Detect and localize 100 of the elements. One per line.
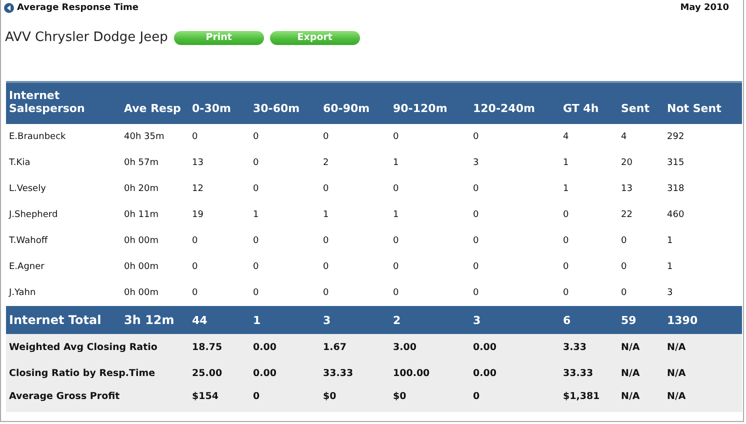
table-cell: 1 [563,184,569,194]
table-cell: 1 [563,158,569,168]
table-cell: 318 [667,184,684,194]
table-cell: 0h 00m [124,262,159,272]
table-cell: 19 [192,210,204,220]
summary-cell: N/A [621,342,640,352]
table-cell: 315 [667,158,684,168]
summary-cell: 0.00 [253,342,276,352]
summary-cell: N/A [667,390,686,402]
summary-cell: 18.75 [192,342,222,352]
total-cell: 3h 12m [124,313,174,327]
table-cell: 1 [667,262,673,272]
column-header: 0-30m [192,102,231,115]
table-cell: 0 [473,210,479,220]
total-cell: 44 [192,314,208,326]
table-cell: E.Agner [9,262,44,272]
column-header: Not Sent [667,102,722,115]
table-cell: 0 [473,132,479,142]
dealer-name: AVV Chrysler Dodge Jeep [5,30,168,45]
table-cell: 0 [621,262,627,272]
table-cell: 0 [393,262,399,272]
summary-cell: N/A [621,390,640,402]
table-cell: 0h 00m [124,236,159,246]
table-cell: 12 [192,184,204,194]
table-cell: 22 [621,210,632,220]
table-cell: 0 [323,132,329,142]
total-cell: 6 [563,314,571,326]
column-header: Sent [621,102,650,115]
table-cell: 1 [253,210,259,220]
summary-cell: 33.33 [563,368,594,378]
table-cell: 0h 57m [124,158,159,168]
summary-cell: 33.33 [323,368,354,378]
table-cell: 292 [667,132,684,142]
print-button[interactable]: Print [174,30,264,44]
report-period: May 2010 [680,3,729,13]
summary-cell: 0 [473,390,480,402]
table-cell: 0 [393,288,399,298]
column-header: Internet Salesperson [9,89,86,115]
table-cell: 0 [473,236,479,246]
report-title: Average Response Time [17,3,139,13]
summary-cell: $1,381 [563,390,600,402]
summary-cell: N/A [667,342,686,352]
table-cell: 0 [253,158,259,168]
table-cell: T.Kia [9,158,30,168]
table-cell: 0 [473,184,479,194]
summary-cell: 0 [253,390,260,402]
summary-cell: 3.00 [393,342,416,352]
total-cell: 2 [393,314,401,326]
summary-cell: N/A [621,368,640,378]
summary-cell: 25.00 [192,368,222,378]
table-cell: 0 [393,132,399,142]
table-cell: 0 [192,132,198,142]
table-cell: 13 [621,184,632,194]
table-cell: 0 [563,236,569,246]
table-cell: 0 [563,210,569,220]
table-cell: 0h 00m [124,288,159,298]
table-cell: 460 [667,210,684,220]
table-cell: J.Yahn [9,288,36,298]
table-cell: 0 [473,288,479,298]
table-cell: 0 [253,262,259,272]
summary-cell: 0.00 [473,368,496,378]
table-cell: 0 [563,262,569,272]
table-cell: 0 [253,288,259,298]
summary-cell: 100.00 [393,368,430,378]
export-button[interactable]: Export [270,30,360,44]
table-cell: 1 [323,210,329,220]
table-cell: 0 [323,184,329,194]
summary-cell: 0.00 [253,368,276,378]
table-cell: 0 [621,288,627,298]
table-cell: 2 [323,158,329,168]
table-cell: 4 [621,132,627,142]
table-cell: 1 [393,158,399,168]
table-cell: 0 [393,236,399,246]
table-cell: 0 [323,262,329,272]
table-cell: 3 [667,288,673,298]
total-cell: 59 [621,314,636,326]
summary-label: Average Gross Profit [9,390,120,402]
table-cell: 0 [473,262,479,272]
table-cell: 1 [393,210,399,220]
table-cell: 0 [253,236,259,246]
summary-cell: $0 [393,390,406,402]
summary-label: Closing Ratio by Resp.Time [9,368,156,378]
summary-label: Weighted Avg Closing Ratio [9,342,158,352]
table-cell: 0 [323,236,329,246]
table-cell: 4 [563,132,569,142]
table-cell: 0 [253,132,259,142]
summary-cell: $0 [323,390,336,402]
column-header: 60-90m [323,102,370,115]
total-cell: Internet Total [9,313,102,327]
column-header: 30-60m [253,102,300,115]
column-header: 90-120m [393,102,448,115]
table-cell: 0 [192,288,198,298]
column-header: GT 4h [563,102,599,115]
table-cell: E.Braunbeck [9,132,66,142]
table-cell: 0 [563,288,569,298]
total-cell: 3 [473,314,481,326]
total-cell: 1 [253,314,261,326]
total-cell: 1390 [667,314,698,326]
table-cell: L.Vesely [9,184,46,194]
column-header: Ave Resp [124,102,181,115]
